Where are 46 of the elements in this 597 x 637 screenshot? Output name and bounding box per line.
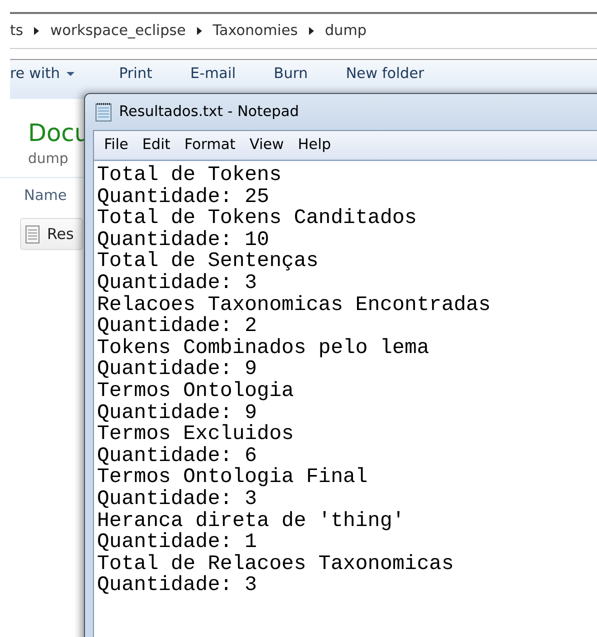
text-line: Termos Ontologia (97, 380, 294, 403)
menu-item[interactable]: Format (178, 135, 242, 155)
breadcrumb-item[interactable]: workspace_eclipse (50, 23, 186, 39)
text-line: Quantidade: 6 (97, 446, 257, 468)
text-line: Tokens Combinados pelo lema (97, 338, 430, 360)
text-line: Quantidade: 2 (97, 316, 257, 338)
file-name: Res (47, 225, 74, 243)
text-line: Quantidade: 3 (97, 272, 257, 295)
toolbar-button[interactable]: re with (10, 66, 85, 82)
text-line: Termos Ontologia Final (97, 467, 368, 489)
chevron-icon (196, 26, 203, 36)
text-line: Total de Tokens (97, 165, 282, 187)
text-line: Quantidade: 1 (97, 532, 257, 554)
folder-subheading: dump (28, 151, 70, 167)
text-line: Total de Relacoes Taxonomicas (97, 554, 454, 576)
document-icon (25, 224, 41, 244)
menu-item[interactable]: File (98, 135, 134, 155)
breadcrumb-item[interactable]: Taxonomies (212, 23, 298, 39)
text-line: Total de Sentenças (97, 251, 318, 273)
toolbar-button[interactable]: Burn (274, 66, 318, 82)
text-line: Termos Excluidos (97, 424, 294, 446)
text-line: Quantidade: 9 (97, 359, 257, 381)
toolbar-button[interactable]: Print (118, 66, 162, 82)
breadcrumb-item[interactable]: ts (10, 23, 24, 39)
text-line: Quantidade: 9 (97, 402, 257, 424)
window-title: Resultados.txt - Notepad (119, 104, 299, 120)
chevron-icon (33, 26, 40, 36)
menu-item[interactable]: Edit (136, 135, 176, 155)
menu-item[interactable]: Help (292, 135, 337, 155)
text-line: Quantidade: 10 (97, 230, 270, 252)
breadcrumb-item[interactable]: dump (324, 23, 367, 39)
document-entry[interactable]: Res (20, 218, 83, 250)
text-line: Quantidade: 3 (97, 575, 257, 597)
text-line: Quantidade: 3 (97, 488, 257, 510)
toolbar-button[interactable]: E-mail (190, 66, 246, 82)
chevron-icon (308, 26, 315, 36)
caret-icon (66, 69, 75, 79)
text-line: Total de Tokens Canditados (97, 208, 417, 230)
address-bar[interactable]: ts workspace_eclipse Taxonomies dump (10, 12, 597, 49)
text-line: Heranca direta de 'thing' (97, 510, 405, 532)
menu-item[interactable]: View (243, 135, 290, 155)
column-header[interactable]: Name (24, 188, 67, 204)
text-line: Relacoes Taxonomicas Encontradas (97, 294, 491, 316)
toolbar-button[interactable]: New folder (346, 66, 434, 82)
text-line: Quantidade: 25 (97, 186, 270, 208)
notepad-icon (95, 102, 113, 122)
